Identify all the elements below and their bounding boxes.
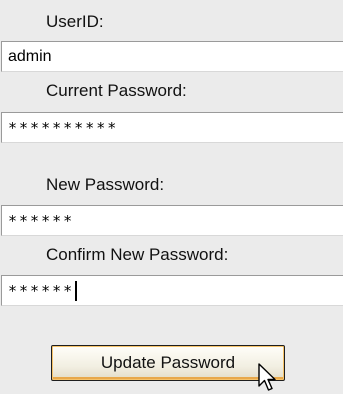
confirm-password-field[interactable]: ****** xyxy=(1,275,343,306)
confirm-password-label: Confirm New Password: xyxy=(46,245,229,264)
confirm-password-value: ****** xyxy=(8,281,75,300)
current-password-field[interactable]: ********** xyxy=(1,112,343,143)
arrow-pointer-icon xyxy=(258,363,276,391)
new-password-value: ****** xyxy=(8,211,75,230)
new-password-field[interactable]: ****** xyxy=(1,205,343,236)
userid-label: UserID: xyxy=(46,12,104,31)
current-password-value: ********** xyxy=(8,118,119,137)
userid-value: admin xyxy=(8,47,52,65)
update-password-button[interactable]: Update Password xyxy=(51,345,285,381)
new-password-label: New Password: xyxy=(46,175,165,194)
current-password-label: Current Password: xyxy=(46,81,187,100)
userid-field[interactable]: admin xyxy=(1,41,343,72)
text-caret xyxy=(75,280,78,301)
